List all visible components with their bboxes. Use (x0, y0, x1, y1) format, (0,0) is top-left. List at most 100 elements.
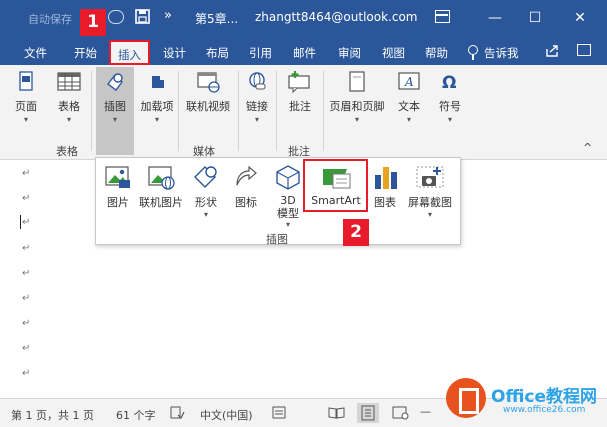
table-label: 表格 (58, 100, 80, 113)
account-name[interactable]: zhangtt8464@outlook.com (255, 10, 418, 24)
print-layout-icon[interactable] (357, 403, 379, 423)
collapse-ribbon-icon[interactable]: ^ (583, 141, 592, 154)
chevron-down-icon: ▾ (406, 115, 411, 124)
links-button[interactable]: 链接 ▾ (241, 70, 273, 124)
screenshot-icon (416, 166, 444, 188)
tab-mailings[interactable]: 邮件 (293, 45, 316, 61)
icons-icon (236, 165, 257, 186)
text-label: 文本 (398, 100, 420, 113)
close-button[interactable]: ✕ (565, 4, 595, 32)
group-divider (323, 71, 324, 151)
header-footer-label: 页眉和页脚 (329, 100, 385, 113)
autosave-toggle[interactable] (108, 10, 124, 24)
screenshot-label: 屏幕截图 (408, 196, 452, 209)
tab-insert[interactable]: 插入 (109, 40, 150, 65)
autosave-label: 自动保存 (28, 13, 72, 26)
addins-label: 加载项 (140, 100, 174, 113)
tab-design[interactable]: 设计 (163, 45, 186, 61)
quick-access-more-icon[interactable]: » (164, 8, 172, 23)
group-label-tables: 表格 (56, 145, 78, 158)
minimize-button[interactable]: — (480, 4, 510, 32)
watermark-brand: Office教程网 (491, 387, 598, 407)
shapes-button[interactable]: 形状 ▾ (189, 163, 223, 219)
office-logo-icon (446, 378, 486, 418)
chart-icon (375, 167, 397, 189)
tab-references[interactable]: 引用 (249, 45, 272, 61)
group-divider (178, 71, 179, 151)
chevron-down-icon: ▾ (203, 210, 208, 219)
tab-help[interactable]: 帮助 (425, 45, 448, 61)
chevron-down-icon: ▾ (354, 115, 359, 124)
language[interactable]: 中文(中国) (200, 407, 253, 423)
watermark-url: www.office26.com (503, 405, 586, 415)
comment-button[interactable]: 批注 (282, 70, 318, 114)
tab-layout[interactable]: 布局 (206, 45, 229, 61)
addins-button[interactable]: 加载项 ▾ (138, 70, 176, 124)
group-divider (91, 71, 92, 151)
svg-text:Ω: Ω (442, 73, 456, 93)
addins-icon (152, 76, 164, 88)
shapes-label: 形状 (195, 196, 217, 209)
icons-button[interactable]: 图标 (229, 163, 263, 210)
chart-button[interactable]: 图表 (371, 163, 399, 210)
ribbon-display-options-icon[interactable] (435, 10, 450, 23)
svg-text:A: A (404, 75, 414, 89)
tab-file[interactable]: 文件 (24, 45, 47, 61)
table-icon (57, 72, 81, 91)
zoom-out-button[interactable]: — (420, 405, 431, 418)
paragraph-mark: ↵ (22, 168, 31, 179)
paragraph-mark: ↵ (22, 343, 31, 354)
illustrations-label: 插图 (104, 100, 126, 113)
comments-icon[interactable] (577, 44, 591, 56)
share-icon[interactable] (545, 44, 559, 57)
page-icon (19, 71, 33, 91)
header-footer-button[interactable]: 页眉和页脚 ▾ (326, 70, 388, 124)
accessibility-icon[interactable] (272, 406, 286, 419)
online-video-label: 联机视频 (186, 100, 230, 113)
illustrations-button[interactable]: 插图 ▾ (96, 67, 134, 155)
online-picture-button[interactable]: 联机图片 (137, 163, 185, 210)
comment-icon (288, 71, 310, 94)
paragraph-mark: ↵ (22, 243, 31, 254)
symbols-button[interactable]: Ω 符号 ▾ (433, 70, 467, 124)
picture-button[interactable]: 图片 (101, 163, 135, 210)
smartart-highlight-box (303, 159, 368, 212)
table-button[interactable]: 表格 ▾ (52, 70, 86, 124)
picture-icon (105, 166, 130, 188)
read-mode-icon[interactable] (328, 405, 345, 420)
group-divider (238, 71, 239, 151)
tab-view[interactable]: 视图 (382, 45, 405, 61)
3d-model-label: 3D 模型 (277, 194, 299, 220)
link-icon (249, 72, 266, 90)
ribbon-tabs: 文件 开始 插入 设计 布局 引用 邮件 审阅 视图 帮助 告诉我 (0, 38, 607, 65)
paragraph-mark: ↵ (22, 293, 31, 304)
step-callout-2: 2 (343, 219, 369, 246)
illustrations-dropdown: 图片 联机图片 形状 ▾ 图标 3D 模型 ▾ SmartArt 图表 屏幕截图… (95, 157, 461, 246)
online-video-button[interactable]: 联机视频 (181, 70, 235, 114)
illustrations-icon (107, 73, 123, 91)
proofing-icon[interactable] (170, 406, 185, 419)
3d-model-button[interactable]: 3D 模型 ▾ (271, 163, 305, 229)
group-divider (276, 71, 277, 151)
lightbulb-icon[interactable] (468, 45, 478, 60)
tab-home[interactable]: 开始 (74, 45, 97, 61)
step-callout-1: 1 (80, 9, 106, 36)
text-cursor (20, 215, 21, 229)
page-info[interactable]: 第 1 页，共 1 页 (11, 407, 94, 423)
maximize-button[interactable]: ☐ (520, 4, 550, 32)
chart-label: 图表 (374, 196, 396, 209)
pages-label: 页面 (15, 100, 37, 113)
word-count[interactable]: 61 个字 (116, 407, 156, 423)
online-video-icon (197, 72, 220, 93)
screenshot-button[interactable]: 屏幕截图 ▾ (403, 163, 457, 219)
tell-me-search[interactable]: 告诉我 (484, 45, 519, 61)
pages-button[interactable]: 页面 ▾ (6, 70, 46, 124)
chevron-down-icon: ▾ (23, 115, 28, 124)
tab-review[interactable]: 审阅 (338, 45, 361, 61)
paragraph-mark: ↵ (22, 268, 31, 279)
text-button[interactable]: A 文本 ▾ (393, 70, 425, 124)
save-icon[interactable] (135, 9, 150, 24)
online-picture-icon (148, 166, 175, 190)
comment-label: 批注 (289, 100, 311, 113)
web-layout-icon[interactable] (392, 405, 409, 420)
